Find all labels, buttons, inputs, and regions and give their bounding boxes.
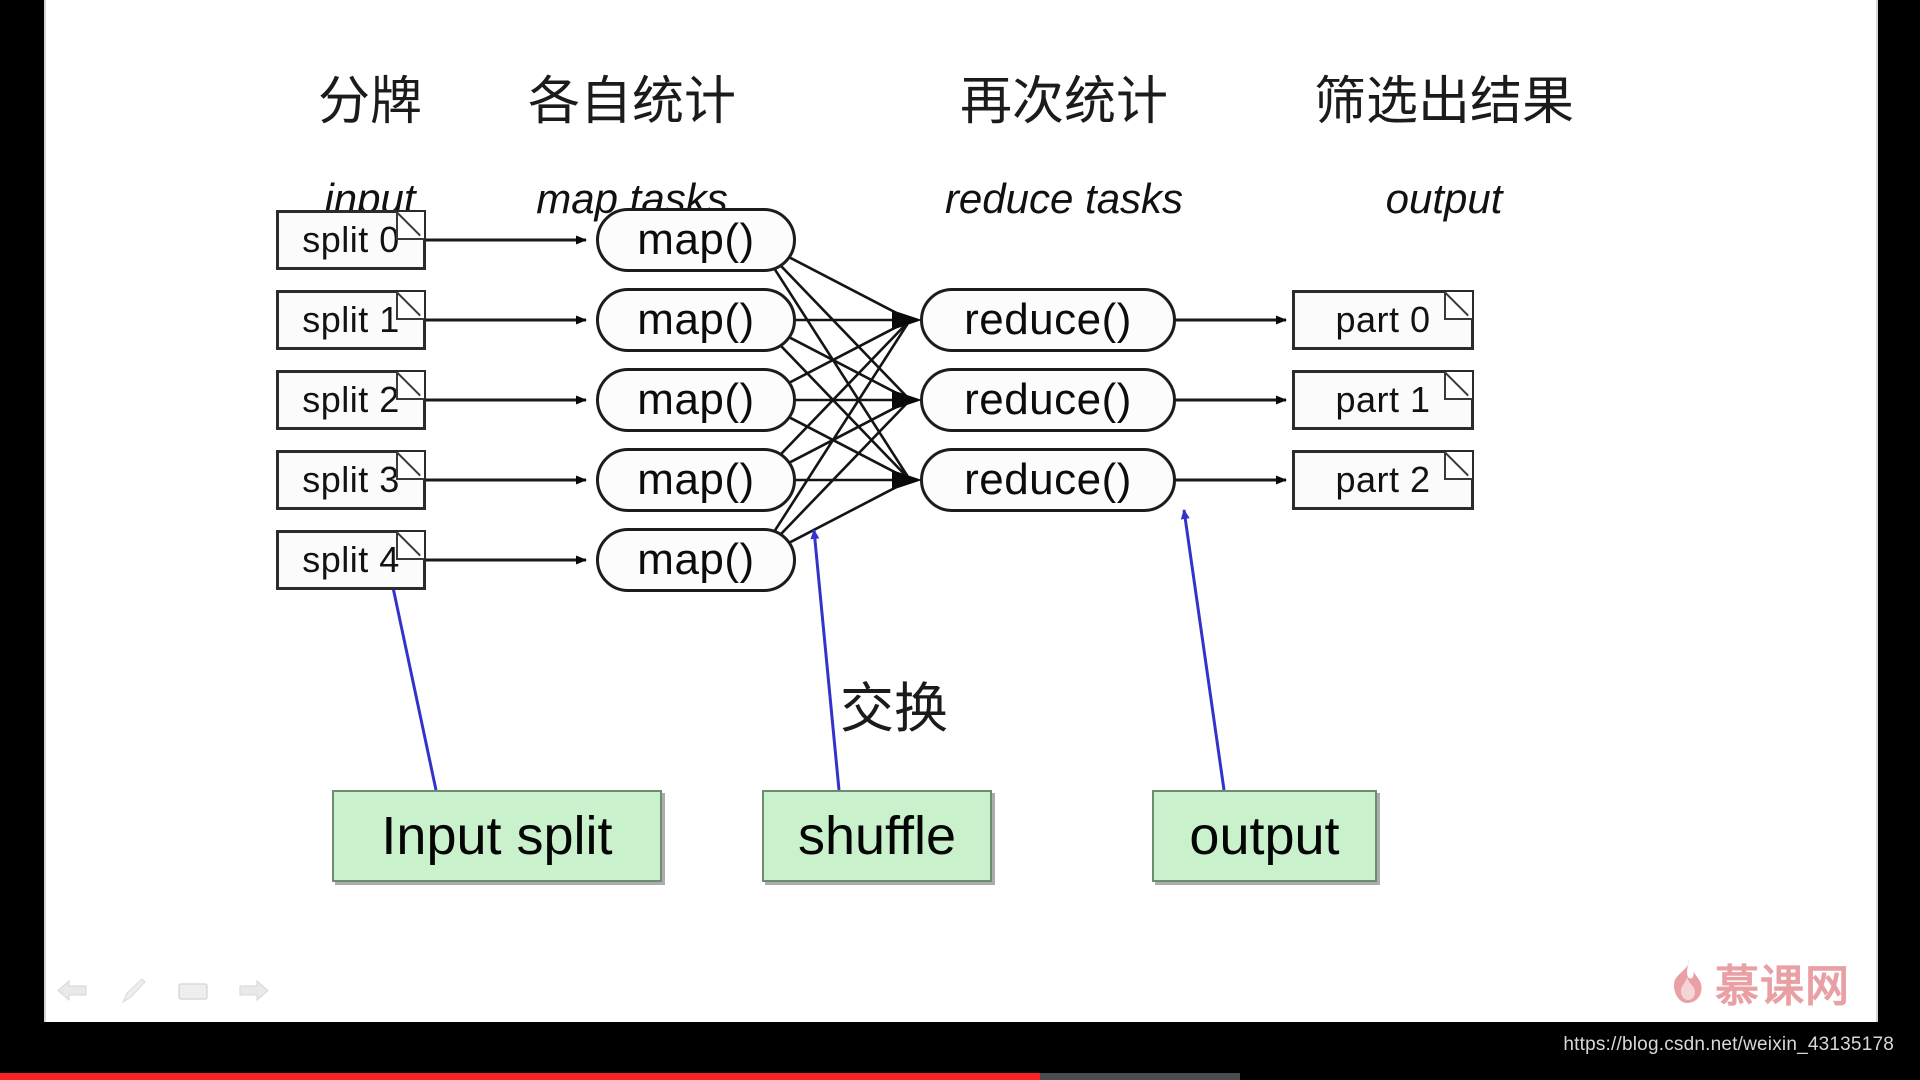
- column-heading-cn-output: 筛选出结果: [1313, 72, 1574, 132]
- callout-label: shuffle: [797, 806, 957, 866]
- output-part-label: part 2: [1335, 459, 1431, 500]
- folded-corner-icon: [396, 212, 424, 240]
- column-heading-en-reduce: reduce tasks: [944, 175, 1184, 222]
- input-split-box: split 1: [276, 290, 426, 350]
- folded-corner-icon: [396, 452, 424, 480]
- map-task-node: map(): [596, 288, 796, 352]
- folded-corner-icon: [1444, 372, 1472, 400]
- video-progress-track[interactable]: [0, 1073, 1920, 1080]
- reduce-task-node: reduce(): [920, 368, 1176, 432]
- callout-label: Input split: [381, 806, 613, 866]
- input-split-label: split 2: [302, 379, 400, 420]
- callout-shuffle: shuffle: [762, 790, 992, 882]
- input-split-label: split 4: [302, 539, 400, 580]
- annotation-toolbar[interactable]: [54, 972, 272, 1010]
- input-split-box: split 2: [276, 370, 426, 430]
- reduce-task-node: reduce(): [920, 448, 1176, 512]
- column-heading-cn-reduce: 再次统计: [959, 72, 1168, 132]
- reduce-task-label: reduce(): [964, 295, 1132, 344]
- input-split-box: split 3: [276, 450, 426, 510]
- column-heading-cn-input: 分牌: [317, 72, 422, 132]
- map-task-label: map(): [637, 295, 755, 344]
- shuffle-label-cn: 交换: [840, 677, 948, 740]
- map-task-label: map(): [637, 455, 755, 504]
- callout-output: output: [1152, 790, 1377, 882]
- callout-label: output: [1189, 806, 1340, 866]
- input-split-box: split 4: [276, 530, 426, 590]
- video-progress-played: [0, 1073, 1040, 1080]
- map-task-label: map(): [637, 215, 755, 264]
- folded-corner-icon: [1444, 292, 1472, 320]
- output-part-box: part 2: [1292, 450, 1474, 510]
- rectangle-icon[interactable]: [174, 972, 212, 1010]
- input-split-box: split 0: [276, 210, 426, 270]
- folded-corner-icon: [1444, 452, 1472, 480]
- reduce-task-label: reduce(): [964, 455, 1132, 504]
- imooc-watermark: 慕课网: [1665, 950, 1850, 1014]
- input-split-label: split 3: [302, 459, 400, 500]
- column-heading-en-output: output: [1385, 175, 1503, 222]
- callout-input-split: Input split: [332, 790, 662, 882]
- folded-corner-icon: [396, 292, 424, 320]
- back-arrow-icon[interactable]: [54, 972, 92, 1010]
- slide-canvas: 分牌 各自统计 再次统计 筛选出结果 input map tasks reduc…: [44, 0, 1878, 1022]
- map-task-node: map(): [596, 368, 796, 432]
- back-arrow-glyph: [57, 979, 87, 1002]
- output-part-label: part 1: [1335, 379, 1431, 420]
- column-heading-cn-map: 各自统计: [527, 72, 736, 132]
- forward-arrow-glyph: [239, 979, 269, 1002]
- pen-glyph: [121, 978, 146, 1004]
- reduce-task-node: reduce(): [920, 288, 1176, 352]
- map-task-label: map(): [637, 375, 755, 424]
- rectangle-glyph: [178, 983, 208, 1000]
- folded-corner-icon: [396, 532, 424, 560]
- output-part-box: part 0: [1292, 290, 1474, 350]
- video-player-viewport: 分牌 各自统计 再次统计 筛选出结果 input map tasks reduc…: [0, 0, 1920, 1080]
- input-split-label: split 1: [302, 299, 400, 340]
- forward-arrow-icon[interactable]: [234, 972, 272, 1010]
- map-task-label: map(): [637, 535, 755, 584]
- pen-icon[interactable]: [114, 972, 152, 1010]
- map-task-node: map(): [596, 448, 796, 512]
- input-split-label: split 0: [302, 219, 400, 260]
- mapreduce-diagram: 分牌 各自统计 再次统计 筛选出结果 input map tasks reduc…: [44, 0, 1878, 1022]
- flame-icon: [1673, 959, 1702, 1003]
- csdn-blog-url: https://blog.csdn.net/weixin_43135178: [1563, 1034, 1894, 1055]
- output-part-box: part 1: [1292, 370, 1474, 430]
- imooc-brand-text: 慕课网: [1715, 961, 1850, 1012]
- folded-corner-icon: [396, 372, 424, 400]
- map-task-node: map(): [596, 208, 796, 272]
- reduce-task-label: reduce(): [964, 375, 1132, 424]
- map-task-node: map(): [596, 528, 796, 592]
- output-part-label: part 0: [1335, 299, 1431, 340]
